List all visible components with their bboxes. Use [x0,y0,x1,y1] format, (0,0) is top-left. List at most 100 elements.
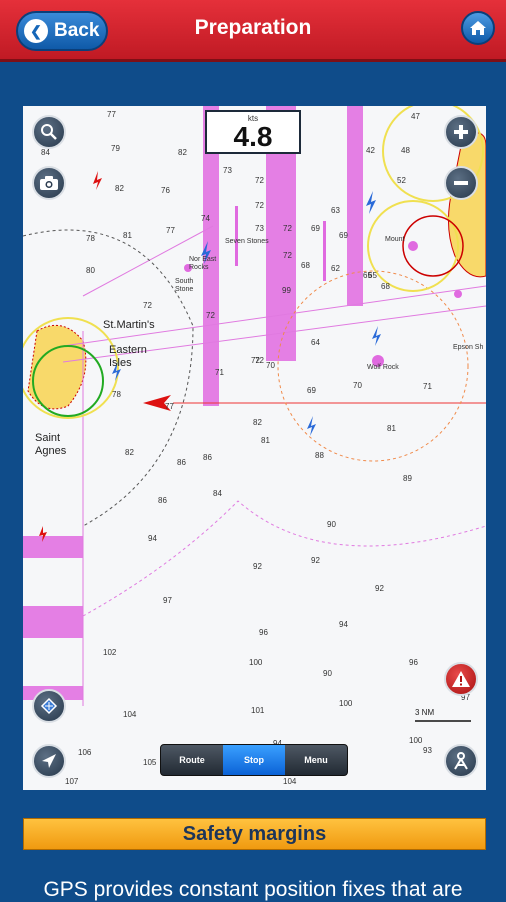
depth-sounding: 72 [255,176,264,185]
locate-button[interactable] [32,744,66,778]
depth-sounding: 97 [163,596,172,605]
menu-tab[interactable]: Menu [285,745,347,775]
zoom-out-button[interactable] [444,166,478,200]
speed-display: kts 4.8 [205,110,301,154]
depth-sounding: 89 [403,474,412,483]
warning-button[interactable] [444,662,478,696]
depth-sounding: 94 [339,620,348,629]
nautical-chart-map[interactable]: 77 84 79 82 82 76 72 73 72 81 77 74 80 7… [23,106,486,790]
place-label: Seven Stones [225,238,269,245]
depth-sounding: 90 [323,669,332,678]
depth-sounding: 72 [255,201,264,210]
depth-sounding: 62 [331,264,340,273]
depth-sounding: 69 [311,224,320,233]
depth-sounding: 82 [125,448,134,457]
stop-tab[interactable]: Stop [223,745,285,775]
place-label: Saint Agnes [35,432,67,457]
depth-sounding: 79 [111,144,120,153]
anchor-button[interactable] [444,744,478,778]
depth-sounding: 77 [107,110,116,119]
place-label: St.Martin's [103,319,155,331]
zoom-in-button[interactable] [444,115,478,149]
depth-sounding: 90 [327,520,336,529]
depth-sounding: 47 [411,112,420,121]
depth-sounding: 78 [86,234,95,243]
search-icon [41,124,57,140]
depth-sounding: 88 [315,451,324,460]
depth-sounding: 86 [203,453,212,462]
depth-sounding: 74 [201,214,210,223]
depth-sounding: 86 [177,458,186,467]
depth-sounding: 82 [253,418,262,427]
home-button[interactable] [461,11,495,45]
depth-sounding: 105 [143,758,157,767]
depth-sounding: 92 [375,584,384,593]
depth-sounding: 96 [409,658,418,667]
section-banner: Safety margins [23,818,486,850]
depth-sounding: 72 [283,251,292,260]
depth-sounding: 78 [112,390,121,399]
depth-sounding: 104 [283,777,297,786]
depth-sounding: 71 [423,382,432,391]
depth-sounding: 68 [381,282,390,291]
depth-sounding: 68 [301,261,310,270]
depth-sounding: 69 [307,386,316,395]
depth-sounding: 82 [115,184,124,193]
depth-sounding: 72 [283,224,292,233]
layers-icon [40,697,58,715]
scale-bar-label: 3 NM [415,708,435,717]
depth-sounding: 99 [282,286,291,295]
place-label: South Stone [175,278,194,293]
depth-sounding: 104 [123,710,137,719]
camera-button[interactable] [32,166,66,200]
search-button[interactable] [32,115,66,149]
depth-sounding: 63 [331,206,340,215]
depth-sounding: 100 [409,736,423,745]
camera-icon [40,176,58,190]
plus-icon [454,125,468,139]
depth-sounding: 80 [86,266,95,275]
depth-sounding: 73 [255,224,264,233]
depth-sounding: 84 [213,489,222,498]
route-tab[interactable]: Route [161,745,223,775]
depth-sounding: 106 [78,748,92,757]
depth-sounding: 48 [401,146,410,155]
depth-sounding: 93 [423,746,432,755]
depth-sounding: 70 [266,361,275,370]
depth-sounding: 73 [223,166,232,175]
route-stop-menu-segmented: Route Stop Menu [160,744,348,776]
depth-sounding: 64 [311,338,320,347]
depth-sounding: 77 [166,226,175,235]
layers-button[interactable] [32,689,66,723]
depth-sounding: 71 [215,368,224,377]
depth-sounding: 70 [353,381,362,390]
depth-sounding: 76 [161,186,170,195]
depth-sounding: 96 [259,628,268,637]
depth-sounding: 72 [251,356,260,365]
home-icon [470,21,486,35]
depth-sounding: 65 [368,271,377,280]
place-label: Mount [385,236,405,243]
minus-icon [454,181,468,185]
place-label: Nor East Rocks [189,256,217,271]
depth-sounding: 92 [311,556,320,565]
depth-sounding: 107 [65,777,79,786]
navigation-arrow-icon [42,754,56,768]
depth-sounding: 52 [397,176,406,185]
depth-sounding: 100 [249,658,263,667]
depth-sounding: 101 [251,706,265,715]
depth-sounding: 81 [123,231,132,240]
depth-sounding: 72 [206,311,215,320]
depth-sounding: 86 [158,496,167,505]
depth-sounding: 84 [41,148,50,157]
depth-sounding: 72 [143,301,152,310]
depth-sounding: 82 [178,148,187,157]
place-label: Eastern Isles [109,344,147,369]
depth-sounding: 92 [253,562,262,571]
top-nav-bar: ❮ Back Preparation [0,0,506,62]
depth-sounding: 77 [165,402,174,411]
depth-sounding: 69 [339,231,348,240]
speed-value: 4.8 [233,121,273,152]
depth-sounding: 81 [387,424,396,433]
body-text: GPS provides constant position fixes tha… [43,878,463,901]
